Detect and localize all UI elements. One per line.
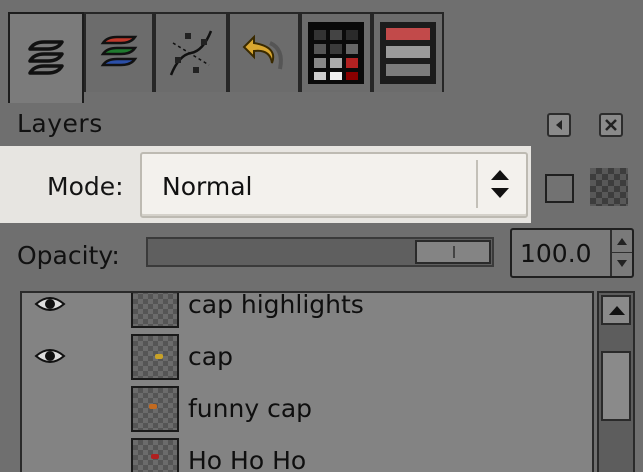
mode-dropdown[interactable]: Normal — [140, 152, 528, 218]
layers-list: cap highlights cap funny cap Ho Ho Ho — [20, 291, 594, 472]
up-down-arrows-icon — [491, 170, 509, 198]
opacity-increment[interactable] — [612, 230, 632, 252]
tab-undo-history[interactable] — [228, 12, 300, 92]
scroll-up-button[interactable] — [601, 295, 631, 325]
tab-channels[interactable] — [84, 12, 154, 92]
opacity-spinbutton[interactable]: 100.0 — [510, 228, 634, 278]
opacity-decrement[interactable] — [612, 252, 632, 275]
eye-icon[interactable] — [34, 345, 66, 367]
layers-scrollbar[interactable] — [597, 291, 635, 472]
tab-paths[interactable] — [154, 12, 228, 92]
opacity-value: 100.0 — [520, 239, 592, 268]
layer-name: cap — [188, 342, 233, 371]
layer-thumbnail — [131, 334, 179, 380]
transparency-checker-icon — [590, 168, 628, 206]
channels-icon — [100, 35, 138, 67]
tab-histogram[interactable] — [372, 12, 444, 92]
layers-icon — [28, 39, 64, 75]
eye-icon[interactable] — [34, 293, 66, 315]
tab-colormap[interactable] — [300, 12, 372, 92]
panel-title: Layers — [17, 109, 103, 138]
layer-row[interactable]: cap — [22, 331, 592, 383]
mode-label: Mode: — [47, 172, 124, 201]
layer-name: funny cap — [188, 394, 313, 423]
close-icon — [605, 119, 617, 131]
layer-row[interactable]: funny cap — [22, 383, 592, 435]
layer-name: cap highlights — [188, 291, 364, 319]
opacity-slider[interactable] — [146, 237, 494, 267]
triangle-up-icon — [617, 238, 627, 245]
layer-thumbnail — [131, 386, 179, 432]
layer-row[interactable]: cap highlights — [22, 291, 592, 331]
dock-tab-bar — [0, 0, 643, 103]
layer-row[interactable]: Ho Ho Ho — [22, 435, 592, 472]
layer-thumbnail — [131, 293, 179, 328]
dropdown-separator — [476, 160, 478, 208]
paths-icon — [169, 30, 213, 76]
mode-value: Normal — [162, 172, 253, 201]
configure-tab-button[interactable] — [547, 113, 571, 137]
tab-layers[interactable] — [8, 12, 84, 103]
opacity-slider-thumb[interactable] — [415, 240, 491, 264]
histogram-icon — [380, 22, 436, 84]
scrollbar-thumb[interactable] — [601, 351, 631, 421]
layer-name: Ho Ho Ho — [188, 446, 307, 472]
configure-tab-icon — [556, 120, 562, 130]
close-tab-button[interactable] — [599, 113, 623, 137]
lock-alpha-checkbox[interactable] — [545, 174, 574, 203]
opacity-label: Opacity: — [17, 241, 120, 270]
colormap-icon — [308, 22, 364, 84]
triangle-down-icon — [617, 260, 627, 267]
opacity-spin-arrows — [610, 230, 632, 276]
layer-thumbnail — [131, 438, 179, 472]
undo-history-icon — [242, 34, 283, 70]
arrow-up-icon — [609, 306, 625, 315]
